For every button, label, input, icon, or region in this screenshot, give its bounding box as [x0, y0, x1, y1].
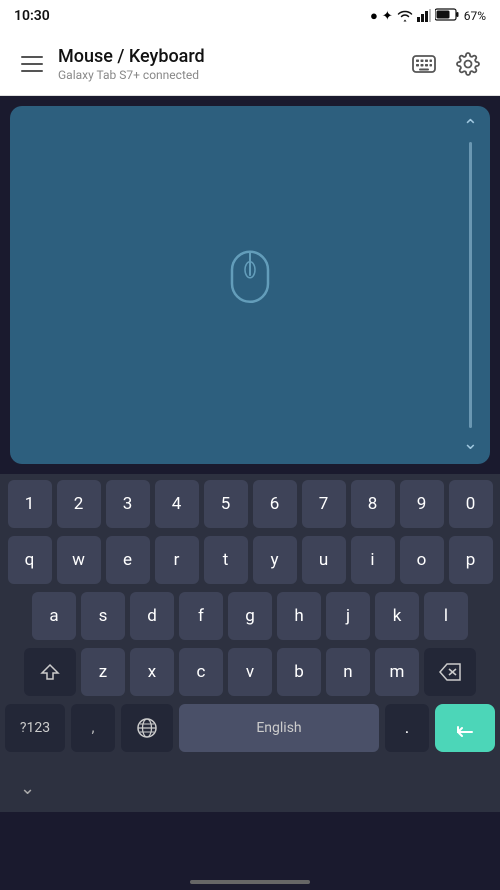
wifi-icon: [397, 7, 413, 26]
key-r[interactable]: r: [155, 536, 199, 584]
key-f[interactable]: f: [179, 592, 223, 640]
scroll-down-icon[interactable]: ⌄: [463, 433, 478, 454]
page-title: Mouse / Keyboard: [58, 46, 404, 67]
app-bar: Mouse / Keyboard Galaxy Tab S7+ connecte…: [0, 32, 500, 96]
key-n[interactable]: n: [326, 648, 370, 696]
menu-button[interactable]: [12, 44, 52, 84]
status-bar: 10:30 ● ✦ 67%: [0, 0, 500, 32]
keyboard-area: 1 2 3 4 5 6 7 8 9 0 q w e r t y u i o p …: [0, 474, 500, 764]
key-j[interactable]: j: [326, 592, 370, 640]
key-u[interactable]: u: [302, 536, 346, 584]
mouse-icon: [228, 248, 272, 310]
app-bar-title-block: Mouse / Keyboard Galaxy Tab S7+ connecte…: [58, 46, 404, 82]
key-4[interactable]: 4: [155, 480, 199, 528]
key-3[interactable]: 3: [106, 480, 150, 528]
key-o[interactable]: o: [400, 536, 444, 584]
key-k[interactable]: k: [375, 592, 419, 640]
battery-icon: [435, 8, 459, 24]
scroll-bar: [469, 142, 472, 428]
trackpad-area[interactable]: ⌃ ⌄: [10, 106, 490, 464]
period-key[interactable]: .: [385, 704, 429, 752]
key-2[interactable]: 2: [57, 480, 101, 528]
symbol-key[interactable]: ?123: [5, 704, 65, 752]
status-time: 10:30: [14, 8, 50, 24]
bottom-row: ?123 , English .: [2, 704, 498, 752]
signal-icon: [417, 7, 431, 26]
shift-key[interactable]: [24, 648, 76, 696]
key-7[interactable]: 7: [302, 480, 346, 528]
settings-button[interactable]: [448, 44, 488, 84]
battery-percent: 67%: [464, 9, 486, 23]
key-x[interactable]: x: [130, 648, 174, 696]
key-p[interactable]: p: [449, 536, 493, 584]
key-m[interactable]: m: [375, 648, 419, 696]
connection-status: Galaxy Tab S7+ connected: [58, 68, 404, 82]
asdf-row: a s d f g h j k l: [2, 592, 498, 640]
backspace-key[interactable]: [424, 648, 476, 696]
key-9[interactable]: 9: [400, 480, 444, 528]
key-d[interactable]: d: [130, 592, 174, 640]
keyboard-button[interactable]: [404, 44, 444, 84]
key-y[interactable]: y: [253, 536, 297, 584]
bottom-bar: ⌄: [0, 764, 500, 812]
key-b[interactable]: b: [277, 648, 321, 696]
key-1[interactable]: 1: [8, 480, 52, 528]
enter-key[interactable]: [435, 704, 495, 752]
smartstay-icon: ●: [370, 8, 378, 24]
bluetooth-icon: ✦: [382, 9, 393, 24]
key-e[interactable]: e: [106, 536, 150, 584]
key-v[interactable]: v: [228, 648, 272, 696]
key-t[interactable]: t: [204, 536, 248, 584]
comma-key[interactable]: ,: [71, 704, 115, 752]
chevron-down-icon[interactable]: ⌄: [20, 778, 35, 799]
key-a[interactable]: a: [32, 592, 76, 640]
home-indicator: [190, 880, 310, 884]
menu-icon: [21, 63, 43, 65]
globe-key[interactable]: [121, 704, 173, 752]
key-q[interactable]: q: [8, 536, 52, 584]
space-key[interactable]: English: [179, 704, 379, 752]
key-l[interactable]: l: [424, 592, 468, 640]
key-6[interactable]: 6: [253, 480, 297, 528]
key-g[interactable]: g: [228, 592, 272, 640]
zxcv-row: z x c v b n m: [2, 648, 498, 696]
key-w[interactable]: w: [57, 536, 101, 584]
menu-icon: [21, 70, 43, 72]
key-5[interactable]: 5: [204, 480, 248, 528]
qwerty-row: q w e r t y u i o p: [2, 536, 498, 584]
key-z[interactable]: z: [81, 648, 125, 696]
status-icons: ● ✦ 67%: [370, 7, 486, 26]
menu-icon: [21, 56, 43, 58]
number-row: 1 2 3 4 5 6 7 8 9 0: [2, 480, 498, 528]
key-c[interactable]: c: [179, 648, 223, 696]
key-0[interactable]: 0: [449, 480, 493, 528]
key-i[interactable]: i: [351, 536, 395, 584]
scroll-up-icon[interactable]: ⌃: [463, 116, 478, 137]
app-bar-actions: [404, 44, 488, 84]
key-h[interactable]: h: [277, 592, 321, 640]
key-s[interactable]: s: [81, 592, 125, 640]
key-8[interactable]: 8: [351, 480, 395, 528]
